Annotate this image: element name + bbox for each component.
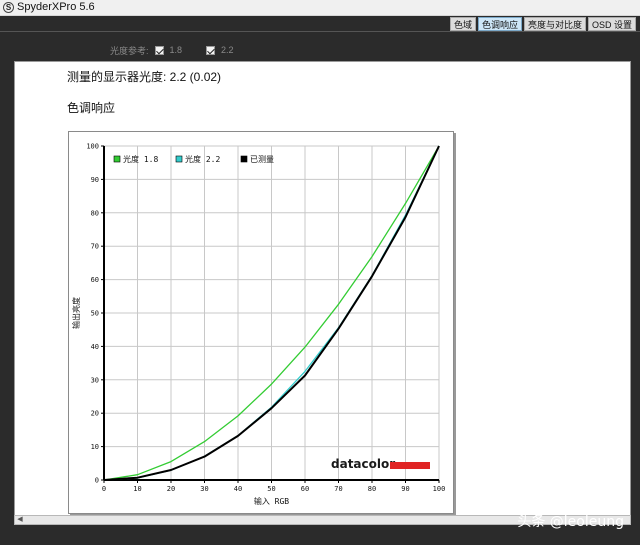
x-tick-label: 70 <box>334 485 342 493</box>
y-axis-label: 输出亮度 <box>71 297 81 329</box>
x-tick-label: 90 <box>401 485 409 493</box>
legend-swatch <box>240 155 248 163</box>
tab-color-gamut[interactable]: 色域 <box>449 17 476 31</box>
legend-label: 光度 1.8 <box>123 154 158 164</box>
gamma-2-2-label: 2.2 <box>221 45 234 55</box>
x-tick-label: 80 <box>368 485 376 493</box>
y-tick-label: 10 <box>91 443 99 451</box>
legend-label: 已测量 <box>250 155 274 164</box>
x-tick-label: 0 <box>102 485 106 493</box>
spyder-s-icon: S <box>3 2 14 13</box>
window-titlebar: S SpyderXPro 5.6 <box>0 0 640 16</box>
y-tick-label: 90 <box>91 176 99 184</box>
y-tick-label: 80 <box>91 209 99 217</box>
x-axis-label: 输入 RGB <box>254 496 289 506</box>
tone-response-chart: 0 10 20 30 40 50 60 70 80 90 100 0 10 20 30 40 50 60 70 80 9… <box>68 131 454 514</box>
gamma-2-2-checkbox[interactable] <box>206 45 216 55</box>
chart-svg: 0 10 20 30 40 50 60 70 80 90 100 0 10 20 30 40 50 60 70 80 9… <box>71 143 446 507</box>
datacolor-logo-bar <box>390 462 430 469</box>
legend-swatch <box>113 155 121 163</box>
gamma-1-8-checkbox[interactable] <box>154 45 164 55</box>
tab-osd-settings[interactable]: OSD 设置 <box>587 17 636 31</box>
tab-brightness-contrast[interactable]: 亮度与对比度 <box>523 17 586 31</box>
x-tick-label: 100 <box>433 485 446 493</box>
x-tick-label: 20 <box>167 485 175 493</box>
gamma-reference-options: 光度参考: 1.8 2.2 <box>110 44 256 56</box>
section-title: 色调响应 <box>67 101 116 115</box>
y-tick-label: 0 <box>95 477 99 485</box>
x-tick-label: 60 <box>301 485 309 493</box>
scroll-left-icon[interactable]: ◀ <box>16 516 24 524</box>
legend-swatch <box>175 155 183 163</box>
measured-gamma-text: 测量的显示器光度: 2.2 (0.02) <box>67 70 222 84</box>
gamma-1-8-label: 1.8 <box>169 45 183 55</box>
y-tick-label: 20 <box>91 410 99 418</box>
x-tick-label: 50 <box>267 485 275 493</box>
legend-label: 光度 2.2 <box>185 154 220 164</box>
x-tick-label: 40 <box>234 485 242 493</box>
y-tick-label: 40 <box>91 343 99 351</box>
tab-bar: 色域 色调响应 亮度与对比度 OSD 设置 <box>449 17 636 31</box>
y-tick-label: 100 <box>86 143 99 151</box>
y-tick-label: 60 <box>91 276 99 284</box>
x-tick-label: 10 <box>133 485 141 493</box>
tab-tone-response[interactable]: 色调响应 <box>477 17 522 31</box>
report-panel: 测量的显示器光度: 2.2 (0.02) 色调响应 0 10 20 30 40 50 60 7… <box>14 61 631 525</box>
y-tick-label: 70 <box>91 243 99 251</box>
gamma-reference-label: 光度参考: <box>110 45 149 56</box>
x-tick-label: 30 <box>200 485 208 493</box>
y-tick-label: 30 <box>91 376 99 384</box>
y-tick-label: 50 <box>91 310 99 318</box>
window-title: SpyderXPro 5.6 <box>17 1 95 13</box>
datacolor-logo: datacolor <box>331 457 395 471</box>
watermark-text: 头条 @leoleung <box>517 514 624 530</box>
